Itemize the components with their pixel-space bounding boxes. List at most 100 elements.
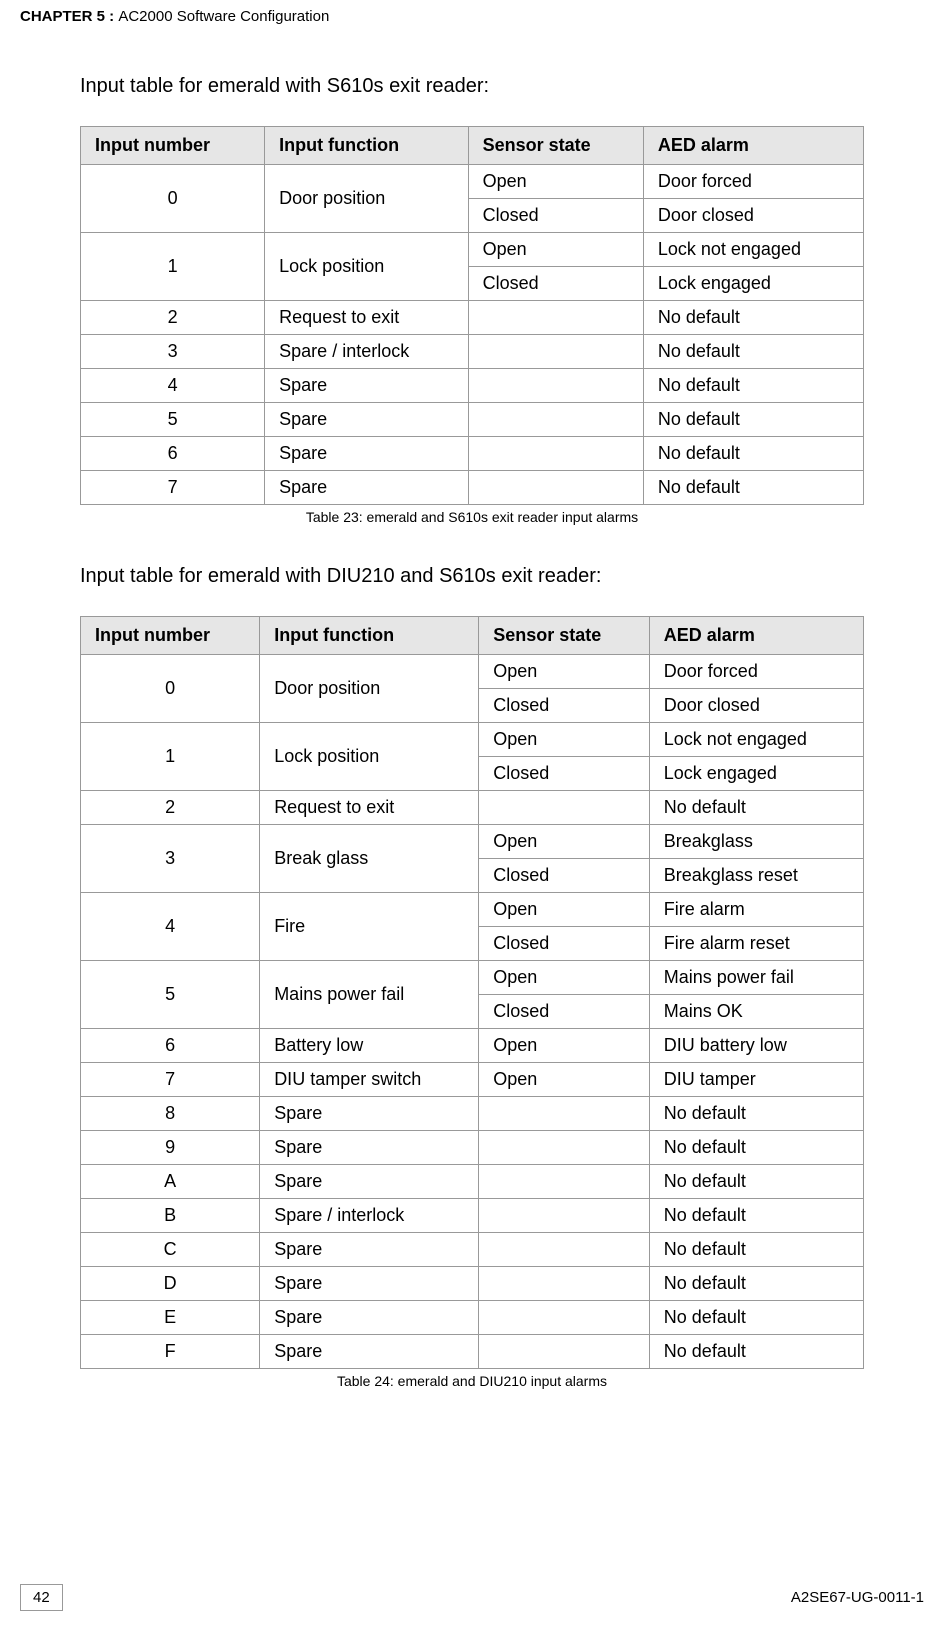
- cell: 0: [81, 165, 265, 233]
- col-input-function: Input function: [265, 127, 468, 165]
- cell: Open: [479, 655, 650, 689]
- cell: Open: [479, 825, 650, 859]
- cell: Fire alarm reset: [649, 927, 863, 961]
- cell: No default: [649, 1301, 863, 1335]
- page-number: 42: [20, 1584, 63, 1611]
- table-row: 9 Spare No default: [81, 1131, 864, 1165]
- cell: Fire: [260, 893, 479, 961]
- cell: [468, 471, 643, 505]
- table-row: 2 Request to exit No default: [81, 791, 864, 825]
- table-row: 0 Door position Open Door forced: [81, 655, 864, 689]
- cell: Lock position: [260, 723, 479, 791]
- cell: Closed: [479, 927, 650, 961]
- cell: Spare / interlock: [265, 335, 468, 369]
- cell: Open: [479, 893, 650, 927]
- cell: 3: [81, 825, 260, 893]
- cell: No default: [649, 1199, 863, 1233]
- cell: Spare: [260, 1097, 479, 1131]
- col-input-number: Input number: [81, 617, 260, 655]
- cell: Spare: [260, 1267, 479, 1301]
- table-row: D Spare No default: [81, 1267, 864, 1301]
- cell: 5: [81, 403, 265, 437]
- cell: Mains OK: [649, 995, 863, 1029]
- cell: Open: [479, 723, 650, 757]
- cell: No default: [649, 1097, 863, 1131]
- cell: A: [81, 1165, 260, 1199]
- cell: Mains power fail: [649, 961, 863, 995]
- cell: [479, 791, 650, 825]
- doc-id: A2SE67-UG-0011-1: [791, 1589, 924, 1606]
- cell: No default: [643, 403, 863, 437]
- cell: 9: [81, 1131, 260, 1165]
- cell: Closed: [468, 199, 643, 233]
- table-2: Input number Input function Sensor state…: [80, 616, 864, 1369]
- table-row: 6 Battery low Open DIU battery low: [81, 1029, 864, 1063]
- cell: Closed: [479, 995, 650, 1029]
- cell: [479, 1233, 650, 1267]
- cell: [468, 437, 643, 471]
- cell: 1: [81, 723, 260, 791]
- cell: DIU tamper switch: [260, 1063, 479, 1097]
- table-row: 0 Door position Open Door forced: [81, 165, 864, 199]
- cell: [468, 369, 643, 403]
- page-header: CHAPTER 5 : AC2000 Software Configuratio…: [0, 0, 944, 25]
- cell: Breakglass reset: [649, 859, 863, 893]
- cell: Spare / interlock: [260, 1199, 479, 1233]
- cell: E: [81, 1301, 260, 1335]
- cell: No default: [649, 1335, 863, 1369]
- cell: No default: [649, 791, 863, 825]
- col-aed-alarm: AED alarm: [643, 127, 863, 165]
- cell: Spare: [260, 1165, 479, 1199]
- cell: [479, 1131, 650, 1165]
- col-input-number: Input number: [81, 127, 265, 165]
- section2-title: Input table for emerald with DIU210 and …: [80, 565, 864, 588]
- cell: Closed: [479, 757, 650, 791]
- cell: Spare: [260, 1131, 479, 1165]
- cell: Open: [479, 1063, 650, 1097]
- cell: No default: [643, 369, 863, 403]
- cell: Request to exit: [260, 791, 479, 825]
- cell: 7: [81, 471, 265, 505]
- cell: [479, 1335, 650, 1369]
- cell: [468, 301, 643, 335]
- table-row: 2 Request to exit No default: [81, 301, 864, 335]
- cell: No default: [649, 1131, 863, 1165]
- cell: [479, 1097, 650, 1131]
- table-row: 6 Spare No default: [81, 437, 864, 471]
- cell: Lock position: [265, 233, 468, 301]
- cell: 2: [81, 791, 260, 825]
- cell: Open: [468, 233, 643, 267]
- cell: Spare: [265, 437, 468, 471]
- table-row: 1 Lock position Open Lock not engaged: [81, 233, 864, 267]
- cell: Door forced: [643, 165, 863, 199]
- cell: B: [81, 1199, 260, 1233]
- table-row: 4 Spare No default: [81, 369, 864, 403]
- cell: Spare: [265, 403, 468, 437]
- cell: [479, 1267, 650, 1301]
- cell: Open: [479, 1029, 650, 1063]
- cell: Mains power fail: [260, 961, 479, 1029]
- cell: 6: [81, 437, 265, 471]
- cell: Spare: [265, 471, 468, 505]
- table-row: C Spare No default: [81, 1233, 864, 1267]
- cell: Battery low: [260, 1029, 479, 1063]
- table-header-row: Input number Input function Sensor state…: [81, 127, 864, 165]
- cell: Spare: [260, 1233, 479, 1267]
- cell: [468, 335, 643, 369]
- cell: 2: [81, 301, 265, 335]
- cell: No default: [649, 1233, 863, 1267]
- col-aed-alarm: AED alarm: [649, 617, 863, 655]
- table-1: Input number Input function Sensor state…: [80, 126, 864, 505]
- table-row: 3 Break glass Open Breakglass: [81, 825, 864, 859]
- cell: Spare: [260, 1335, 479, 1369]
- table-row: F Spare No default: [81, 1335, 864, 1369]
- col-input-function: Input function: [260, 617, 479, 655]
- table-row: 5 Spare No default: [81, 403, 864, 437]
- cell: Door closed: [649, 689, 863, 723]
- table-row: 3 Spare / interlock No default: [81, 335, 864, 369]
- cell: DIU tamper: [649, 1063, 863, 1097]
- cell: No default: [643, 301, 863, 335]
- cell: Lock engaged: [649, 757, 863, 791]
- cell: 3: [81, 335, 265, 369]
- table-row: 8 Spare No default: [81, 1097, 864, 1131]
